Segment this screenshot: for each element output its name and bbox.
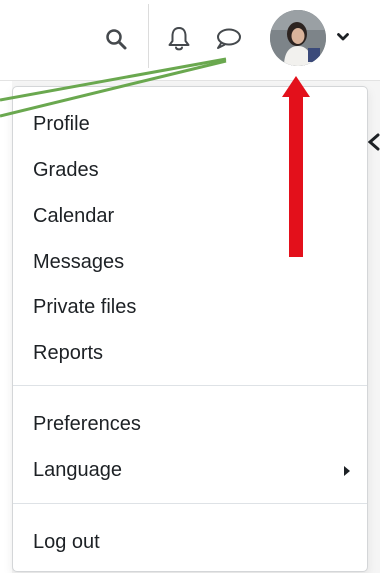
menu-item-grades[interactable]: Grades bbox=[33, 158, 99, 182]
user-avatar[interactable] bbox=[270, 10, 326, 66]
menu-item-calendar[interactable]: Calendar bbox=[33, 204, 114, 228]
menu-divider bbox=[13, 503, 367, 504]
menu-divider bbox=[13, 385, 367, 386]
left-page-edge bbox=[0, 81, 12, 573]
menu-item-profile[interactable]: Profile bbox=[33, 112, 90, 136]
menu-item-preferences[interactable]: Preferences bbox=[33, 412, 141, 436]
menu-item-language[interactable]: Language bbox=[33, 458, 122, 482]
caret-right-icon bbox=[343, 464, 351, 482]
bell-icon[interactable] bbox=[166, 25, 192, 53]
menu-item-reports[interactable]: Reports bbox=[33, 341, 103, 365]
menu-item-private-files[interactable]: Private files bbox=[33, 295, 136, 319]
top-navbar bbox=[0, 0, 380, 81]
navbar-divider bbox=[148, 4, 149, 68]
chevron-down-icon[interactable] bbox=[336, 30, 350, 48]
menu-item-log-out[interactable]: Log out bbox=[33, 530, 100, 554]
search-icon[interactable] bbox=[104, 27, 128, 51]
menu-item-messages[interactable]: Messages bbox=[33, 250, 124, 274]
collapse-chevron-icon[interactable] bbox=[366, 132, 380, 157]
speech-bubble-icon[interactable] bbox=[213, 26, 243, 52]
user-dropdown-menu: Profile Grades Calendar Messages Private… bbox=[12, 86, 368, 572]
